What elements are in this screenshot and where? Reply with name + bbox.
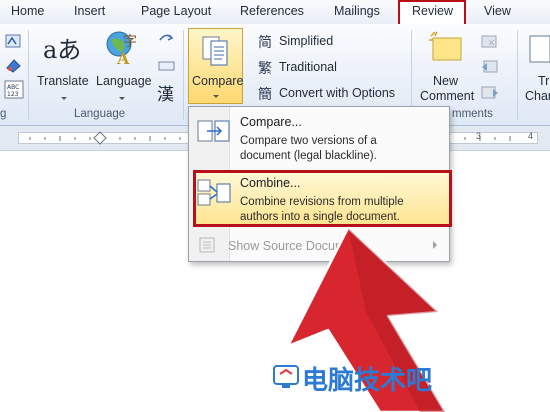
traditional-button[interactable]: Traditional: [279, 60, 337, 74]
track-changes-icon[interactable]: [528, 30, 550, 70]
track-changes-label-1[interactable]: Tr: [538, 74, 549, 88]
tab-mailings[interactable]: Mailings: [334, 4, 380, 18]
eraser-icon[interactable]: [157, 56, 177, 74]
compare-item-title: Compare...: [240, 115, 302, 129]
tab-view[interactable]: View: [484, 4, 511, 18]
new-comment-icon[interactable]: [427, 30, 467, 70]
combine-item-desc-1: Combine revisions from multiple: [240, 196, 404, 208]
translate-button[interactable]: Translate: [37, 74, 89, 88]
spelling-icon[interactable]: [4, 32, 24, 50]
svg-text:ABC: ABC: [7, 84, 19, 91]
tab-references[interactable]: References: [240, 4, 304, 18]
kanji-icon[interactable]: 漢: [157, 80, 174, 105]
research-icon[interactable]: [4, 56, 24, 74]
watermark-logo-icon: [273, 365, 299, 388]
next-comment-icon[interactable]: [480, 84, 500, 102]
convert-options-icon: 簡: [258, 86, 272, 102]
svg-text:字: 字: [123, 34, 137, 50]
proofing-group-label: g: [0, 108, 7, 120]
show-source-icon: [199, 237, 215, 253]
compare-item-icon: [197, 120, 230, 142]
svg-text:A: A: [116, 49, 130, 68]
previous-comment-icon[interactable]: [480, 58, 500, 76]
new-comment-label-2[interactable]: Comment: [420, 89, 474, 103]
language-button[interactable]: Language: [96, 74, 152, 88]
delete-comment-icon[interactable]: [480, 32, 500, 50]
word-count-icon[interactable]: ABC 123: [4, 80, 26, 100]
ribbon-tab-bar: Home Insert Page Layout References Maili…: [0, 0, 550, 27]
traditional-icon: 繁: [258, 60, 272, 76]
simplified-icon: 简: [258, 34, 272, 50]
watermark-text: 电脑技术吧: [302, 366, 433, 396]
language-dropdown-caret[interactable]: [119, 97, 125, 100]
group-separator: [517, 30, 518, 120]
group-separator: [183, 30, 184, 120]
translate-dropdown-caret[interactable]: [61, 97, 67, 100]
ruler-number-3: 3: [476, 131, 482, 141]
convert-with-options-button[interactable]: Convert with Options: [279, 86, 395, 100]
svg-text:123: 123: [7, 91, 19, 98]
tab-home[interactable]: Home: [11, 4, 44, 18]
compare-dropdown-caret[interactable]: [213, 95, 219, 98]
track-changes-label-2[interactable]: Char: [525, 89, 550, 103]
tab-insert[interactable]: Insert: [74, 4, 105, 18]
translate-small-icon[interactable]: [157, 30, 175, 48]
combine-item-title: Combine...: [240, 176, 301, 190]
combine-item-icon: [197, 179, 231, 206]
tab-review[interactable]: Review: [412, 4, 453, 18]
translate-icon[interactable]: aあ: [43, 30, 81, 65]
compare-documents-icon: [202, 36, 228, 66]
ruler-number-4: 4: [528, 131, 534, 141]
language-group-label: Language: [74, 108, 126, 120]
group-separator: [28, 30, 29, 120]
language-globe-icon[interactable]: 字 A: [103, 28, 143, 68]
compare-item-desc-1: Compare two versions of a: [240, 135, 377, 147]
new-comment-label-1[interactable]: New: [433, 74, 458, 88]
simplified-button[interactable]: Simplified: [279, 34, 333, 48]
compare-button-label: Compare: [192, 74, 244, 88]
tab-page-layout[interactable]: Page Layout: [141, 4, 211, 18]
compare-item-desc-2: document (legal blackline).: [240, 150, 377, 162]
comments-group-label: mments: [452, 108, 493, 120]
